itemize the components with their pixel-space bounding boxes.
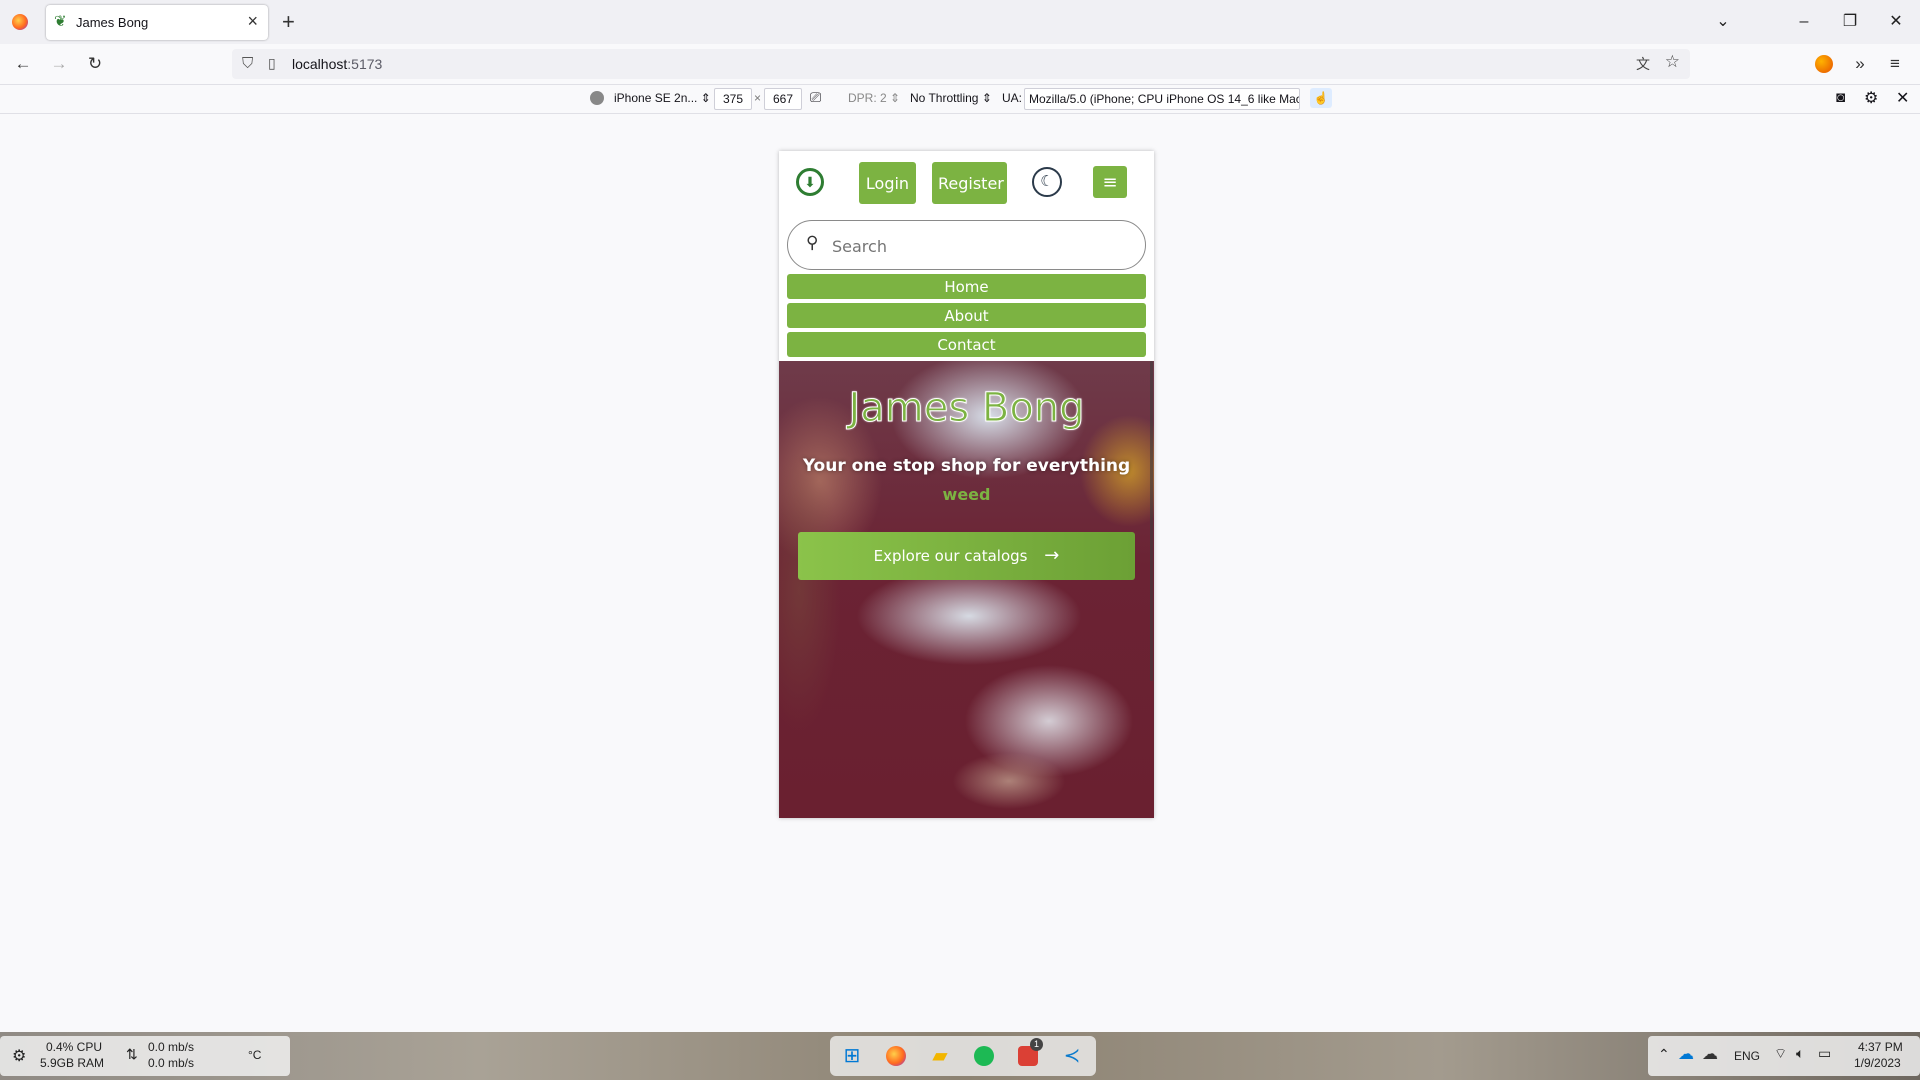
responsive-design-toolbar: iPhone SE 2n... ⇕ 375 × 667 ⎚ DPR: 2 ⇕ N… [0,85,1920,114]
nav-contact-button[interactable]: Contact [787,332,1146,357]
url-text[interactable]: localhost:5173 [292,56,382,72]
forward-icon[interactable]: → [48,53,70,75]
tab-title: James Bong [76,15,149,30]
network-icon: ⇅ [126,1046,138,1062]
url-host: localhost [292,56,348,72]
chip-icon: ⚙ [12,1048,27,1065]
hero-subtitle: Your one stop shop for everything [802,456,1131,476]
device-selector[interactable]: iPhone SE 2n... ⇕ [614,91,711,105]
mobile-viewport: ⬇ Login Register ☾ ≡ ⚲ Home About Contac… [779,151,1154,818]
spotify-circle-icon [974,1046,994,1066]
cloud-icon[interactable]: ☁ [1702,1044,1718,1064]
windows-start-icon[interactable]: ⊞ [836,1040,868,1072]
net-upload: 0.0 mb/s [148,1040,195,1054]
shield-icon[interactable]: ⛉ [242,55,253,72]
arrow-right-icon: → [1044,545,1060,566]
todoist-icon[interactable]: 1 [1012,1038,1044,1072]
settings-gear-icon[interactable]: ⚙ [1864,88,1878,108]
firefox-logo-icon[interactable] [12,14,28,30]
hero-accent-word: weed [942,485,991,504]
explore-catalogs-button[interactable]: Explore our catalogs → [798,532,1135,580]
extension-icon[interactable] [1815,55,1833,73]
login-button[interactable]: Login [859,162,916,204]
navigation-toolbar: ← → ↻ ⛉ ▯ localhost:5173 文 ☆ » ≡ [0,44,1920,85]
reload-icon[interactable]: ↻ [84,53,106,75]
language-indicator[interactable]: ENG [1734,1049,1760,1063]
search-box[interactable]: ⚲ [787,220,1146,270]
search-input[interactable] [830,232,1124,260]
rotate-icon[interactable]: ⎚ [810,89,821,106]
tray-chevron-up-icon[interactable]: ⌃ [1658,1046,1670,1063]
ua-label: UA: [1002,91,1023,105]
volume-icon[interactable]: 🔈︎ [1796,1045,1804,1062]
temperature: °C [248,1048,262,1062]
touch-simulation-icon[interactable]: ☝ [1310,88,1332,108]
hero-section: James Bong Your one stop shop for everyt… [779,361,1154,818]
throttling-selector[interactable]: No Throttling ⇕ [910,91,992,105]
spotify-icon[interactable] [968,1040,1000,1072]
leaf-favicon-icon: ❦ [54,13,67,30]
back-icon[interactable]: ← [12,53,34,75]
browser-tab[interactable]: ❦ James Bong × [46,5,268,40]
screenshot-icon[interactable]: ◙ [1836,89,1845,106]
restore-icon[interactable]: ❐ [1830,10,1870,34]
register-button[interactable]: Register [932,162,1007,204]
clock-date[interactable]: 1/9/2023 [1854,1056,1901,1070]
viewport-height-input[interactable]: 667 [764,88,802,110]
page-scrollbar[interactable] [1150,361,1153,681]
onedrive-icon[interactable]: ☁ [1678,1044,1694,1064]
nav-about-button[interactable]: About [787,303,1146,328]
search-icon: ⚲ [806,233,819,252]
tab-strip: ❦ James Bong × + ⌄ – ❐ ✕ [0,0,1920,44]
clock-time[interactable]: 4:37 PM [1858,1040,1903,1054]
minimize-icon[interactable]: – [1784,10,1824,34]
list-tabs-icon[interactable]: ⌄ [1703,10,1743,34]
ram-usage: 5.9GB RAM [40,1056,105,1070]
nav-home-button[interactable]: Home [787,274,1146,299]
cpu-usage: 0.4% CPU [46,1040,103,1054]
system-tray: ⌃ ☁ ☁ ENG ⌔ 🔈︎ ▭ 4:37 PM 1/9/2023 [1648,1036,1920,1076]
device-icon [590,91,604,105]
battery-icon[interactable]: ▭ [1818,1045,1831,1062]
more-tools-icon[interactable]: » [1849,53,1871,75]
vscode-icon[interactable]: ≺ [1056,1040,1088,1072]
wifi-icon[interactable]: ⌔ [1774,1045,1787,1063]
url-port: :5173 [347,56,383,72]
tab-close-icon[interactable]: × [247,12,258,30]
dark-mode-toggle-icon[interactable]: ☾ [1032,167,1062,197]
taskbar-apps: ⊞ ▰ 1 ≺ [830,1036,1096,1076]
windows-taskbar: ⚙ 0.4% CPU 5.9GB RAM ⇅ 0.0 mb/s 0.0 mb/s… [0,1032,1920,1080]
notification-badge: 1 [1030,1038,1043,1051]
url-bar[interactable]: ⛉ ▯ localhost:5173 文 ☆ [232,49,1690,79]
app-menu-icon[interactable]: ≡ [1884,53,1906,75]
close-rdm-icon[interactable]: ✕ [1896,88,1909,108]
new-tab-button[interactable]: + [282,10,295,34]
hamburger-menu-button[interactable]: ≡ [1093,166,1127,198]
firefox-orb-icon [886,1046,906,1066]
close-window-icon[interactable]: ✕ [1876,10,1916,34]
site-logo-icon[interactable]: ⬇ [796,168,824,196]
user-agent-input[interactable]: Mozilla/5.0 (iPhone; CPU iPhone OS 14_6 … [1024,88,1300,110]
dimension-separator: × [754,91,762,105]
system-monitor-widget[interactable]: ⚙ 0.4% CPU 5.9GB RAM ⇅ 0.0 mb/s 0.0 mb/s… [0,1036,290,1076]
translate-icon[interactable]: 文 [1636,54,1650,74]
net-download: 0.0 mb/s [148,1056,195,1070]
hero-title: James Bong [848,385,1085,432]
device-name: iPhone SE 2n... [614,91,698,105]
firefox-taskbar-icon[interactable] [880,1040,912,1072]
explore-catalogs-label: Explore our catalogs [873,547,1028,565]
page-icon[interactable]: ▯ [268,55,276,72]
file-explorer-icon[interactable]: ▰ [924,1040,956,1072]
throttling-label: No Throttling [910,91,979,105]
bookmark-star-icon[interactable]: ☆ [1665,52,1680,72]
viewport-width-input[interactable]: 375 [714,88,752,110]
dpr-label: DPR: 2 [848,91,887,105]
dpr-selector[interactable]: DPR: 2 ⇕ [848,91,900,105]
